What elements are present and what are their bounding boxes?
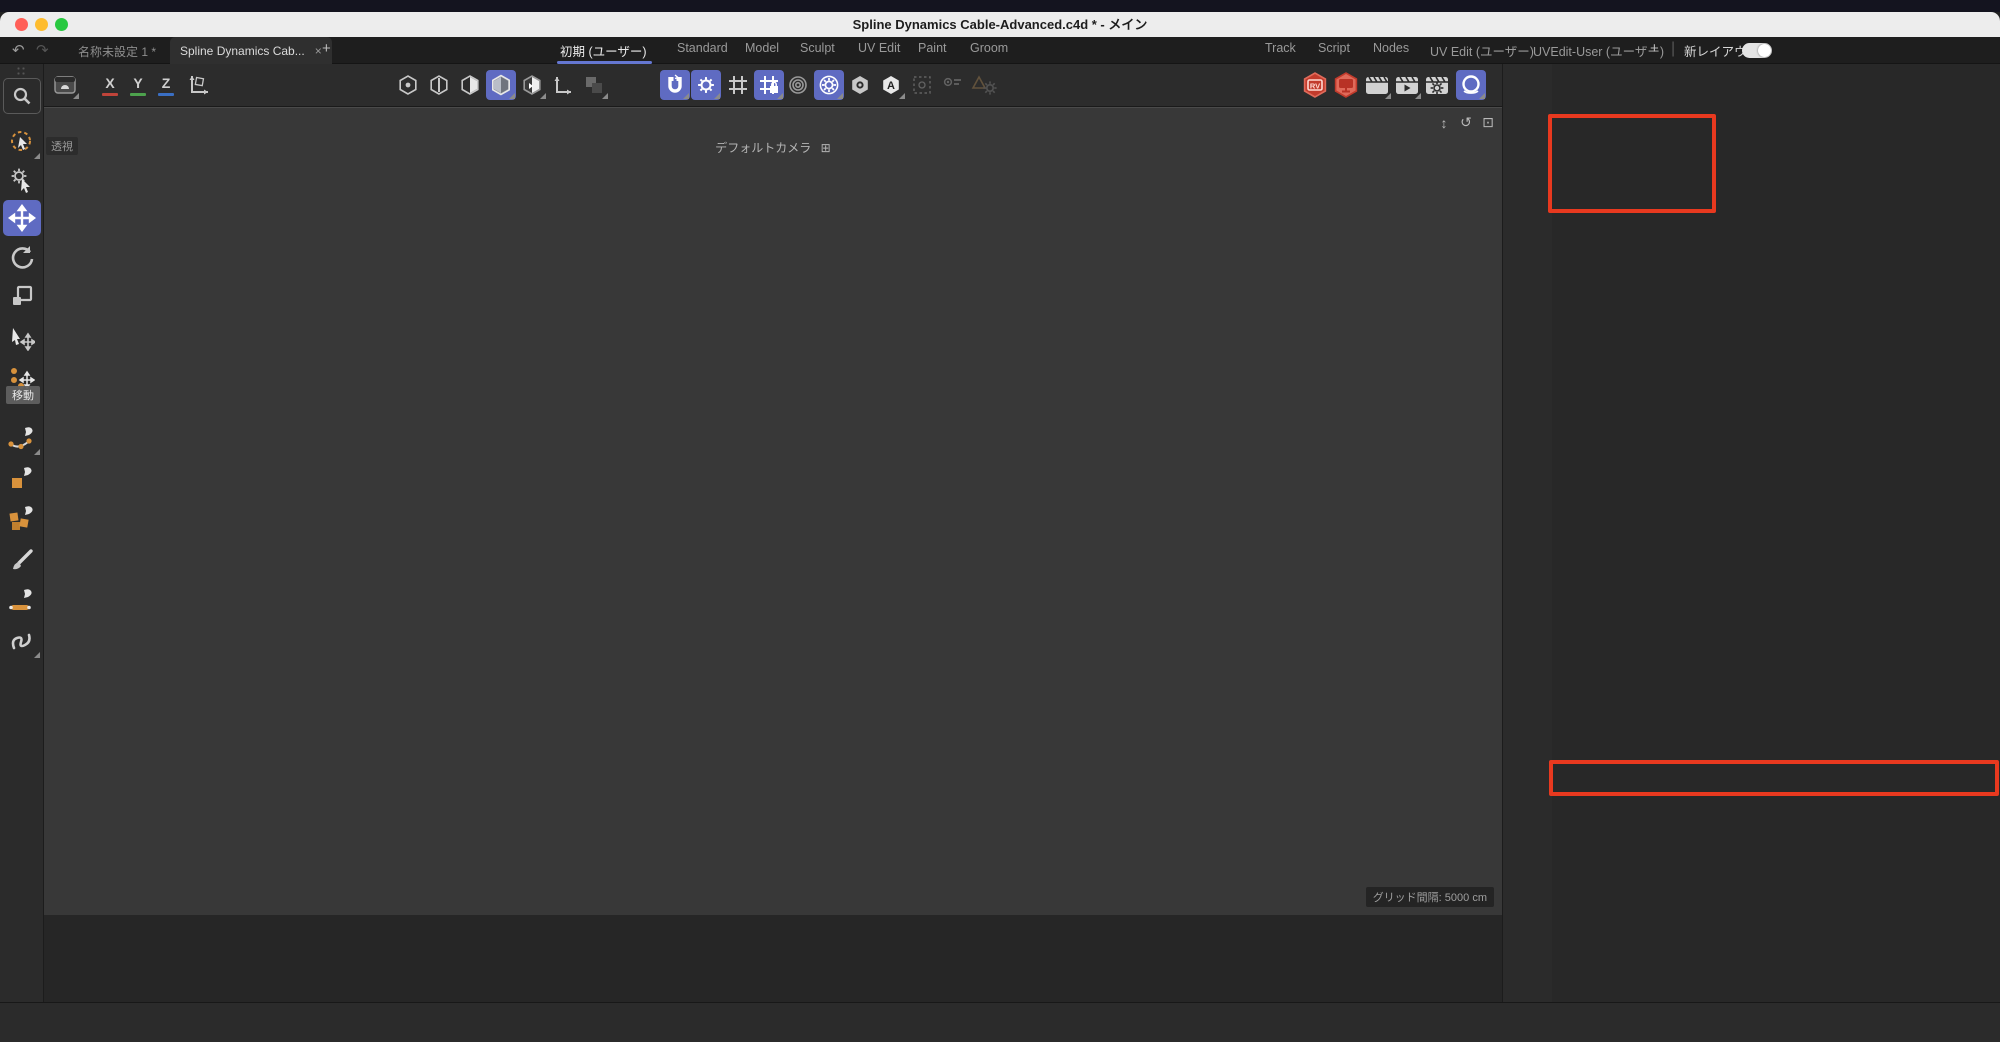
close-tab-icon[interactable]: × (315, 44, 322, 58)
desktop-strip (0, 0, 2000, 12)
layout-tab-track[interactable]: Track (1265, 41, 1296, 55)
viewport-search-tool[interactable] (3, 78, 41, 114)
layout-tab-groom[interactable]: Groom (970, 41, 1008, 55)
axis-lock-y-button[interactable]: Y (126, 70, 150, 100)
layout-tab--[interactable]: 初期 (ユーザー) (560, 41, 647, 60)
undo-icon[interactable]: ↶ (12, 41, 25, 59)
render-clapper-button[interactable] (1362, 70, 1392, 100)
volume-pen-tool[interactable] (3, 500, 41, 536)
selection-dotted-button[interactable] (907, 70, 937, 100)
layout-tab-standard[interactable]: Standard (677, 41, 728, 55)
layout-toggle[interactable] (1742, 43, 1772, 58)
viewport-scene (44, 108, 1502, 915)
snap-magnet-button[interactable] (660, 70, 690, 100)
dolly-icon[interactable]: ↕ (1434, 115, 1454, 131)
snap-settings-button[interactable] (691, 70, 721, 100)
hex-visibility-button[interactable] (845, 70, 875, 100)
zoom-window-button[interactable] (55, 18, 68, 31)
doc-tab-untitled[interactable]: 名称未設定 1 * (78, 43, 156, 60)
live-selection-tool[interactable] (3, 124, 41, 160)
mode-model-button[interactable] (486, 70, 516, 100)
mode-edges-button[interactable] (424, 70, 454, 100)
tweak-tool[interactable] (3, 162, 41, 198)
mode-texture-button[interactable] (517, 70, 547, 100)
svg-text:A: A (887, 80, 895, 92)
primitive-pen-tool[interactable] (3, 460, 41, 496)
workplane-button[interactable] (579, 70, 609, 100)
move-tooltip: 移動 (6, 386, 40, 404)
layout-tab-uvedit-user-[interactable]: UVEdit-User (ユーザー) (1533, 41, 1664, 60)
viewport[interactable]: 透視 デフォルトカメラ ⊞ ↕ ↺ ⊡ グリッド間隔: 5000 cm (44, 107, 1502, 915)
window-titlebar: Spline Dynamics Cable-Advanced.c4d * - メ… (0, 12, 2000, 37)
redshift-button[interactable] (1456, 70, 1486, 100)
viewport-nav: ↕ ↺ ⊡ (1412, 114, 1498, 131)
maximize-view-icon[interactable]: ⊡ (1478, 114, 1498, 131)
spline-pen-tool[interactable] (3, 420, 41, 456)
new-scene-button[interactable] (50, 70, 80, 100)
document-tabbar: ↶ ↷ 名称未設定 1 * Spline Dynamics Cab... × +… (0, 37, 2000, 64)
left-palette-grip[interactable] (16, 66, 26, 76)
coordinate-system-button[interactable] (182, 70, 216, 100)
rotate-tool[interactable] (3, 240, 41, 276)
minimize-window-button[interactable] (35, 18, 48, 31)
grid-button[interactable] (723, 70, 753, 100)
c4d-window: Spline Dynamics Cable-Advanced.c4d * - メ… (0, 0, 2000, 1042)
redo-icon[interactable]: ↷ (36, 41, 49, 59)
render-play-button[interactable] (1392, 70, 1422, 100)
selection-list-button[interactable] (938, 70, 968, 100)
hex-annotate-button[interactable]: A (876, 70, 906, 100)
layout-tab-model[interactable]: Model (745, 41, 779, 55)
render-region-button[interactable] (1331, 70, 1361, 100)
main-toolbar: XYZ A RV (0, 64, 1552, 107)
axis-mode-button[interactable] (548, 70, 578, 100)
timeline (44, 915, 1502, 1002)
axis-lock-x-button[interactable]: X (98, 70, 122, 100)
orbit-icon[interactable]: ↺ (1456, 114, 1476, 131)
doc-tab-active[interactable]: Spline Dynamics Cab... × (170, 37, 332, 64)
render-view-button[interactable]: RV (1300, 70, 1330, 100)
add-null-button[interactable] (1507, 85, 1549, 119)
tube-pen-tool[interactable] (3, 583, 41, 619)
right-create-palette (1502, 64, 1552, 1002)
sketch-tool[interactable] (3, 623, 41, 659)
doc-tab-label: Spline Dynamics Cab... (180, 44, 305, 58)
render-settings-button[interactable] (1422, 70, 1452, 100)
scale-tool[interactable] (3, 278, 41, 314)
add-layout-icon[interactable]: + (1650, 40, 1659, 57)
mode-points-button[interactable] (393, 70, 423, 100)
rings-button[interactable] (783, 70, 813, 100)
brush-tool[interactable] (3, 543, 41, 579)
right-panel (1552, 64, 2000, 1002)
layout-tab-paint[interactable]: Paint (918, 41, 947, 55)
grid-spacing-label: グリッド間隔: 5000 cm (1366, 887, 1494, 907)
layout-tab-uv-edit[interactable]: UV Edit (858, 41, 900, 55)
add-tab-icon[interactable]: + (322, 40, 331, 57)
viewport-camera-label[interactable]: デフォルトカメラ ⊞ (44, 139, 1502, 156)
camera-label-text: デフォルトカメラ (715, 141, 811, 155)
svg-text:RV: RV (1310, 82, 1320, 91)
window-title: Spline Dynamics Cable-Advanced.c4d * - メ… (0, 12, 2000, 37)
mode-polygons-button[interactable] (455, 70, 485, 100)
material-manager-bar (0, 1002, 2000, 1042)
layout-tab-sculpt[interactable]: Sculpt (800, 41, 835, 55)
layout-tab-script[interactable]: Script (1318, 41, 1350, 55)
axis-lock-z-button[interactable]: Z (154, 70, 178, 100)
move-tool[interactable] (3, 200, 41, 236)
gear-circle-button[interactable] (814, 70, 844, 100)
layout-tab-uv-edit-[interactable]: UV Edit (ユーザー) (1430, 41, 1534, 60)
left-tool-palette (0, 64, 44, 1002)
triangle-gear-button[interactable] (969, 70, 999, 100)
transform-tool[interactable] (3, 320, 41, 356)
quantize-button[interactable] (754, 70, 784, 100)
camera-lock-icon: ⊞ (821, 141, 831, 155)
layout-tab-nodes[interactable]: Nodes (1373, 41, 1409, 55)
close-window-button[interactable] (15, 18, 28, 31)
